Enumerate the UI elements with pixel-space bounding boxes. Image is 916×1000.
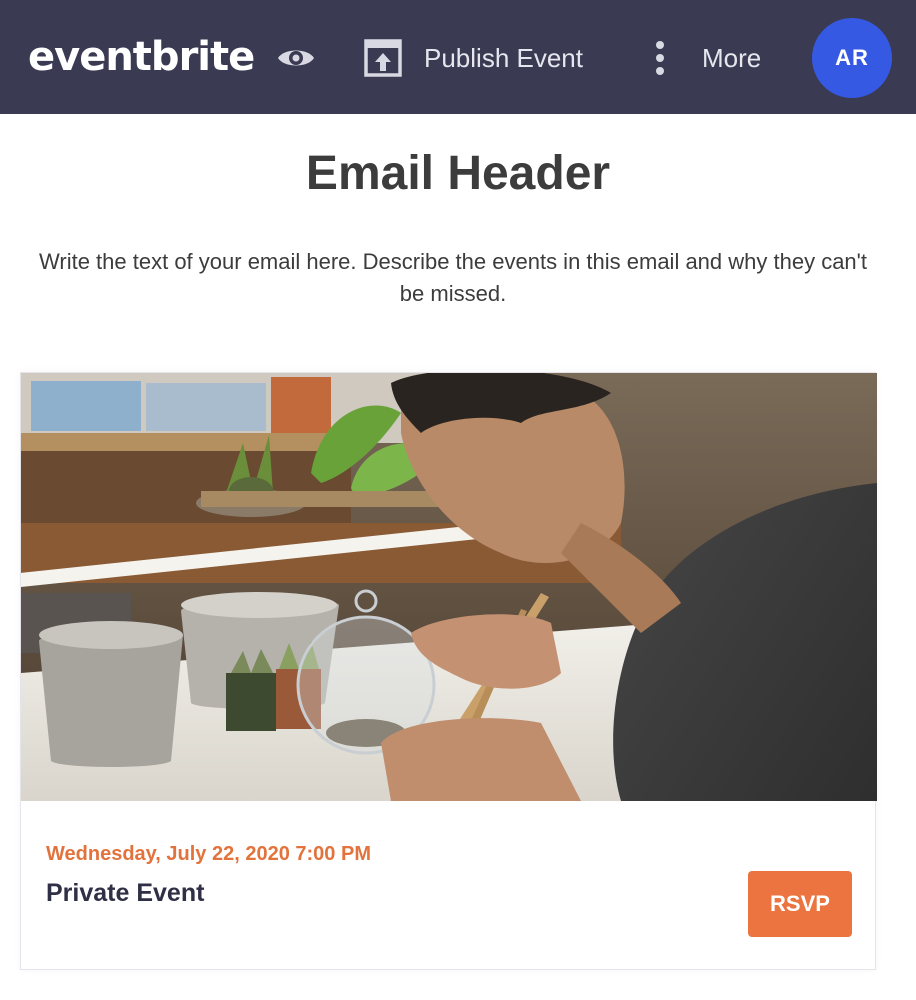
publish-event-label: Publish Event	[424, 42, 583, 73]
top-navigation-bar: eventbrite Publish Event More AR	[0, 0, 916, 114]
event-photo-illustration	[21, 373, 877, 801]
more-menu-button[interactable]: More	[650, 36, 761, 80]
eventbrite-logo[interactable]: eventbrite	[28, 34, 255, 80]
event-card[interactable]: Wednesday, July 22, 2020 7:00 PM Private…	[20, 372, 877, 970]
event-name[interactable]: Private Event	[46, 879, 204, 908]
email-body-text: Write the text of your email here. Descr…	[39, 249, 867, 306]
user-avatar[interactable]: AR	[812, 18, 892, 98]
rsvp-button[interactable]: RSVP	[748, 871, 852, 937]
email-header-title: Email Header	[305, 147, 611, 200]
more-label: More	[702, 42, 762, 73]
event-image	[21, 373, 877, 801]
eye-icon	[278, 50, 314, 66]
vertical-dots-icon	[656, 41, 664, 75]
publish-upload-icon	[364, 39, 402, 77]
preview-button[interactable]	[276, 40, 316, 76]
publish-event-button[interactable]: Publish Event	[364, 36, 583, 80]
event-date: Wednesday, July 22, 2020 7:00 PM	[46, 843, 371, 865]
